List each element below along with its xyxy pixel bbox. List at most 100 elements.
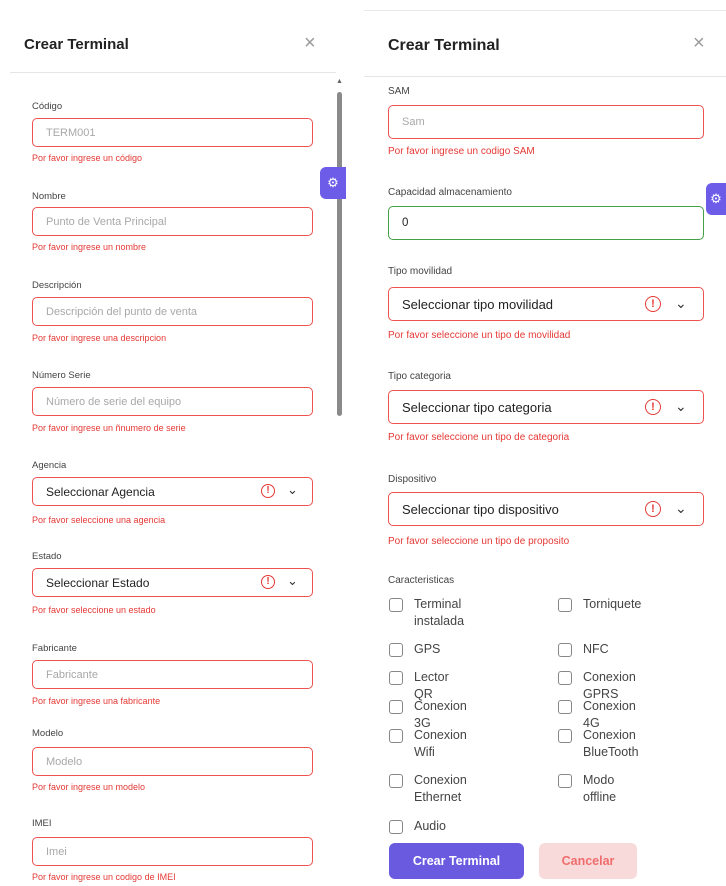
- nombre-placeholder: Punto de Venta Principal: [46, 216, 167, 228]
- movilidad-label: Tipo movilidad: [388, 266, 453, 277]
- categoria-error: Por favor seleccione un tipo de categori…: [388, 432, 570, 443]
- sam-input[interactable]: Sam: [388, 105, 704, 139]
- close-icon[interactable]: ×: [693, 32, 705, 55]
- numero-serie-error: Por favor ingrese un ñnumero de serie: [32, 423, 186, 433]
- descripcion-input[interactable]: Descripción del punto de venta: [32, 297, 313, 326]
- dispositivo-selected: Seleccionar tipo dispositivo: [402, 502, 559, 517]
- agencia-select[interactable]: Seleccionar Agencia ! ⌄: [32, 477, 313, 506]
- checkbox-box[interactable]: [389, 774, 403, 788]
- nombre-input[interactable]: Punto de Venta Principal: [32, 207, 313, 236]
- header-divider: [10, 72, 336, 73]
- fabricante-error: Por favor ingrese una fabricante: [32, 696, 161, 706]
- numero-serie-input[interactable]: Número de serie del equipo: [32, 387, 313, 416]
- warning-icon: !: [645, 501, 661, 517]
- modelo-placeholder: Modelo: [46, 756, 83, 768]
- header-divider: [364, 76, 726, 77]
- checkbox-box[interactable]: [558, 598, 572, 612]
- chevron-down-icon: ⌄: [675, 398, 687, 414]
- warning-icon: !: [261, 575, 275, 589]
- checkbox-box[interactable]: [558, 700, 572, 714]
- checkbox-label: GPS: [414, 642, 441, 656]
- movilidad-selected: Seleccionar tipo movilidad: [402, 297, 554, 312]
- checkbox-box[interactable]: [558, 643, 572, 657]
- imei-error: Por favor ingrese un codigo de IMEI: [32, 872, 176, 882]
- descripcion-label: Descripción: [32, 280, 82, 291]
- scroll-up-icon[interactable]: ▲: [336, 78, 343, 85]
- cancel-button[interactable]: Cancelar: [539, 843, 637, 879]
- codigo-placeholder: TERM001: [46, 127, 96, 139]
- chevron-down-icon: ⌄: [675, 295, 687, 311]
- checkbox-label: Terminal instalada: [414, 597, 465, 628]
- warning-icon: !: [645, 399, 661, 415]
- warning-icon: !: [645, 296, 661, 312]
- capacidad-value: 0: [402, 217, 409, 229]
- nombre-label: Nombre: [32, 191, 66, 202]
- gear-icon[interactable]: ⚙: [320, 167, 346, 199]
- modelo-label: Modelo: [32, 728, 64, 739]
- movilidad-error: Por favor seleccione un tipo de movilida…: [388, 330, 571, 341]
- chevron-down-icon: ⌄: [675, 500, 687, 516]
- dispositivo-select[interactable]: Seleccionar tipo dispositivo ! ⌄: [388, 492, 704, 526]
- warning-icon: !: [261, 484, 275, 498]
- codigo-input[interactable]: TERM001: [32, 118, 313, 147]
- movilidad-select[interactable]: Seleccionar tipo movilidad ! ⌄: [388, 287, 704, 321]
- checkbox-box[interactable]: [389, 643, 403, 657]
- checkbox-box[interactable]: [389, 598, 403, 612]
- categoria-selected: Seleccionar tipo categoria: [402, 400, 552, 415]
- checkbox-label: NFC: [583, 642, 609, 656]
- codigo-error: Por favor ingrese un código: [32, 153, 143, 163]
- nombre-error: Por favor ingrese un nombre: [32, 242, 147, 252]
- numero-serie-label: Número Serie: [32, 370, 91, 381]
- close-icon[interactable]: ×: [304, 32, 316, 55]
- imei-placeholder: Imei: [46, 846, 67, 858]
- checkbox-label: Modo offline: [583, 773, 617, 804]
- left-dialog: Crear Terminal × Código TERM001 Por favo…: [0, 0, 346, 886]
- sam-error: Por favor ingrese un codigo SAM: [388, 146, 535, 157]
- modelo-input[interactable]: Modelo: [32, 747, 313, 776]
- estado-error: Por favor seleccione un estado: [32, 605, 156, 615]
- checkbox-box[interactable]: [558, 671, 572, 685]
- estado-selected: Seleccionar Estado: [46, 576, 150, 590]
- dispositivo-error: Por favor seleccione un tipo de proposit…: [388, 536, 570, 547]
- chevron-down-icon: ⌄: [287, 482, 298, 497]
- estado-select[interactable]: Seleccionar Estado ! ⌄: [32, 568, 313, 597]
- numero-serie-placeholder: Número de serie del equipo: [46, 396, 182, 408]
- checkbox-box[interactable]: [389, 729, 403, 743]
- caracteristicas-label: Caracteristicas: [388, 575, 455, 586]
- categoria-select[interactable]: Seleccionar tipo categoria ! ⌄: [388, 390, 704, 424]
- dialog-header: Crear Terminal ×: [364, 0, 726, 80]
- checkbox-label: Conexion Ethernet: [414, 773, 467, 804]
- checkbox-label: Conexion BlueTooth: [583, 728, 639, 759]
- create-terminal-button[interactable]: Crear Terminal: [389, 843, 524, 879]
- fabricante-input[interactable]: Fabricante: [32, 660, 313, 689]
- checkbox-label: Torniquete: [583, 597, 642, 611]
- imei-label: IMEI: [32, 818, 52, 829]
- checkbox-label: Conexion Wifi: [414, 728, 467, 759]
- agencia-label: Agencia: [32, 460, 67, 471]
- checkbox-box[interactable]: [389, 671, 403, 685]
- checkbox-label: Audio: [414, 819, 446, 833]
- modelo-error: Por favor ingrese un modelo: [32, 782, 146, 792]
- fabricante-placeholder: Fabricante: [46, 669, 98, 681]
- dialog-title: Crear Terminal: [24, 36, 129, 53]
- capacidad-input[interactable]: 0: [388, 206, 704, 240]
- codigo-label: Código: [32, 101, 63, 112]
- scrollbar-thumb[interactable]: [337, 92, 342, 416]
- capacidad-label: Capacidad almacenamiento: [388, 187, 512, 198]
- gear-icon[interactable]: ⚙: [706, 183, 726, 215]
- checkbox-box[interactable]: [389, 700, 403, 714]
- dialog-header: Crear Terminal ×: [0, 0, 346, 80]
- agencia-error: Por favor seleccione una agencia: [32, 515, 166, 525]
- descripcion-placeholder: Descripción del punto de venta: [46, 306, 198, 318]
- checkbox-box[interactable]: [558, 729, 572, 743]
- chevron-down-icon: ⌄: [287, 573, 298, 588]
- descripcion-error: Por favor ingrese una descripcion: [32, 333, 167, 343]
- dispositivo-label: Dispositivo: [388, 474, 437, 485]
- checkbox-box[interactable]: [558, 774, 572, 788]
- estado-label: Estado: [32, 551, 62, 562]
- checkbox-box[interactable]: [389, 820, 403, 834]
- dialog-title: Crear Terminal: [388, 37, 500, 54]
- imei-input[interactable]: Imei: [32, 837, 313, 866]
- sam-placeholder: Sam: [402, 116, 425, 128]
- fabricante-label: Fabricante: [32, 643, 77, 654]
